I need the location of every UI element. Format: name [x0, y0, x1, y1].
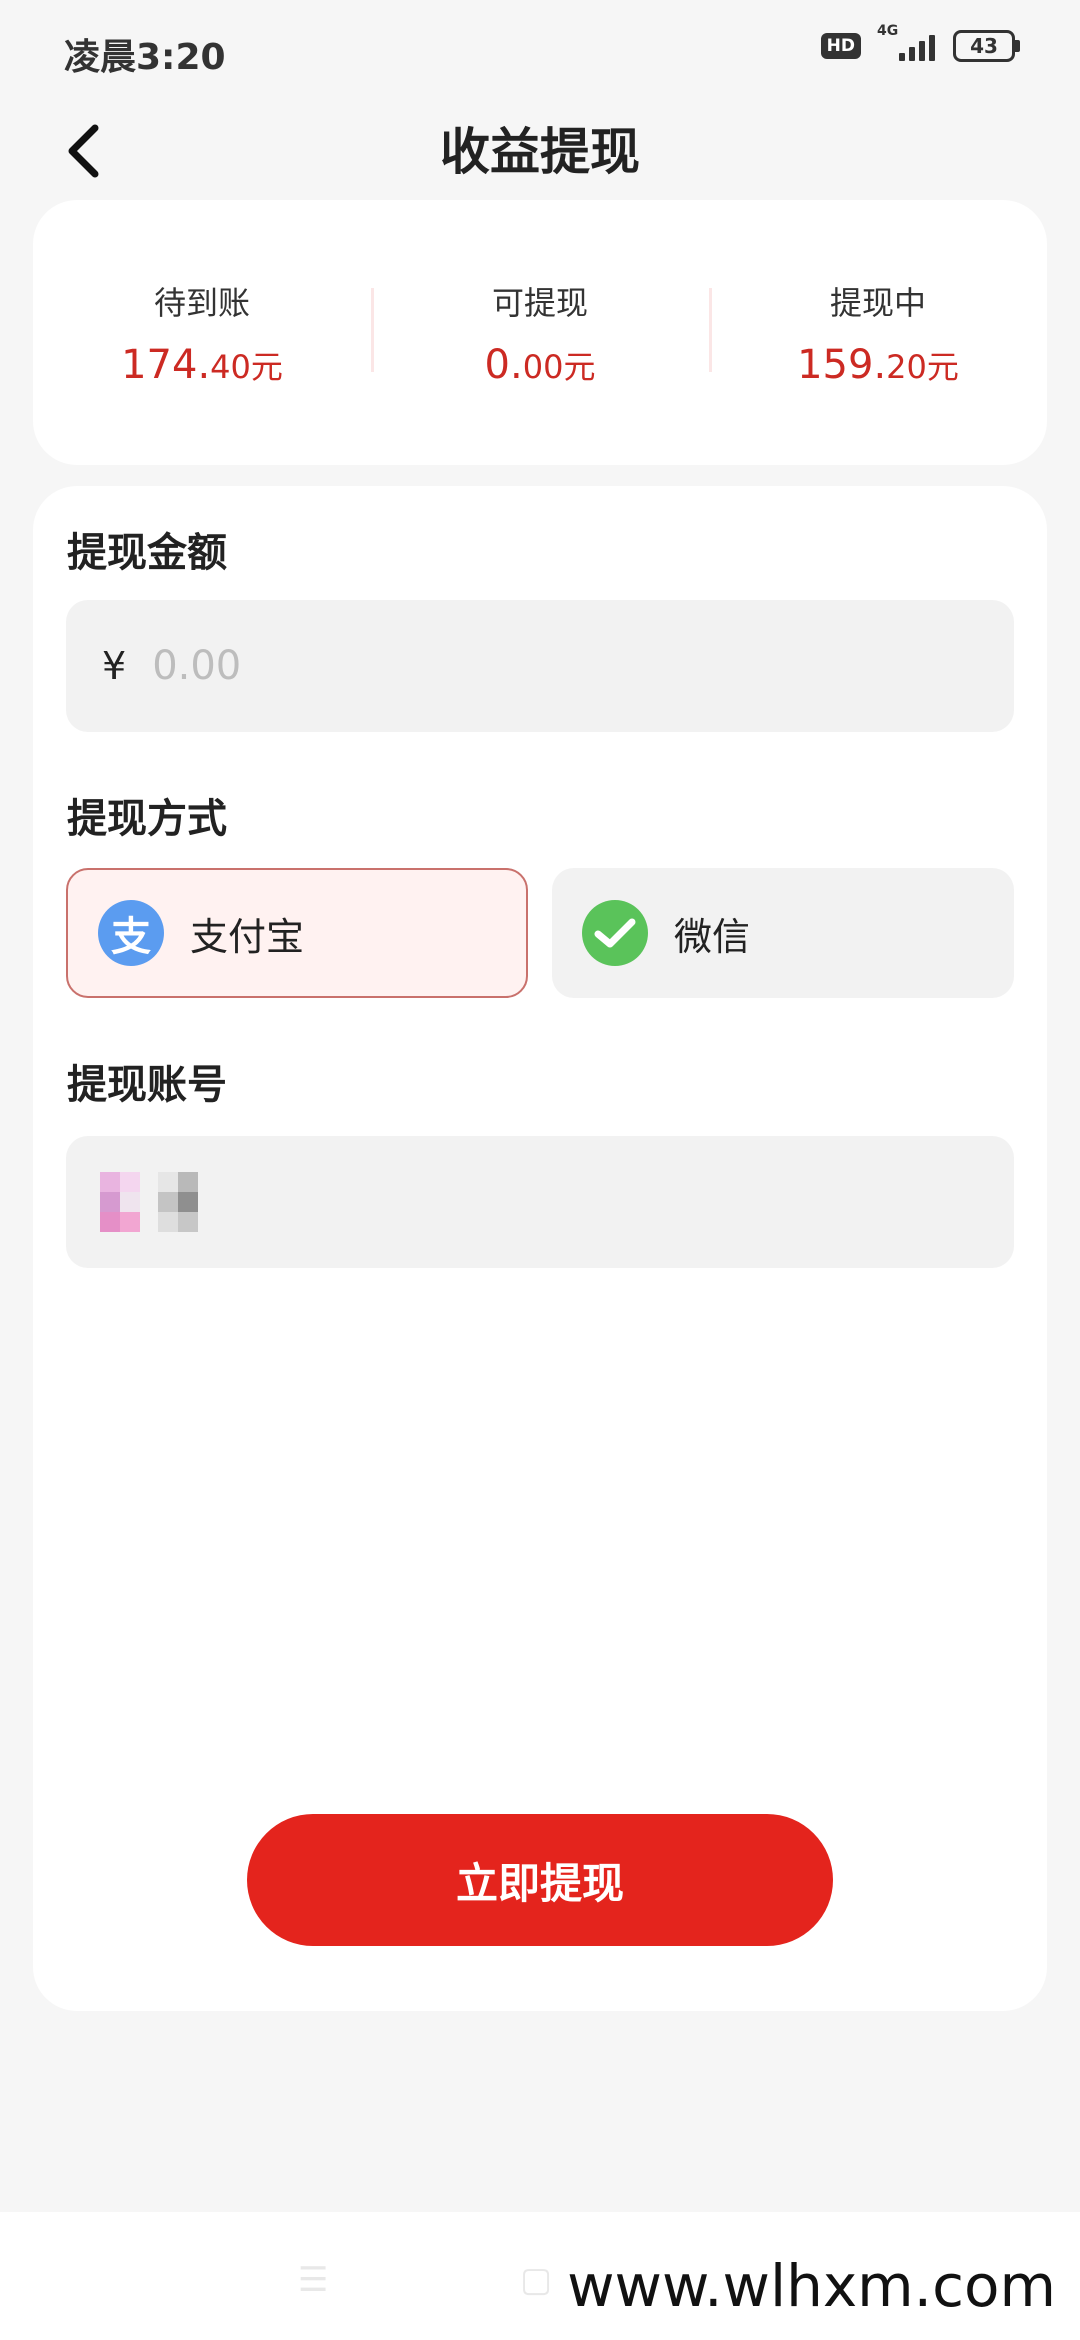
battery-icon: 43 [953, 30, 1020, 62]
summary-available: 可提现 0.00元 [371, 278, 709, 388]
status-bar: 凌晨3:20 HD 4G 43 [0, 0, 1080, 100]
watermark: www.wlhxm.com [567, 2252, 1056, 2320]
status-time: 凌晨3:20 [64, 37, 226, 78]
home-icon[interactable]: ▢ [520, 2260, 552, 2300]
summary-amount: 0.00元 [484, 341, 596, 388]
method-alipay-label: 支付宝 [190, 914, 305, 959]
summary-label: 提现中 [829, 283, 926, 322]
page-title: 收益提现 [440, 123, 640, 181]
summary-amount: 174.40元 [121, 341, 283, 388]
method-wechat-option[interactable]: 微信 [552, 868, 1014, 998]
method-alipay-option[interactable]: 支 支付宝 [66, 868, 528, 998]
alipay-icon: 支 [98, 900, 164, 966]
account-value-blurred [158, 1172, 198, 1232]
method-label: 提现方式 [67, 796, 227, 842]
method-wechat-label: 微信 [674, 914, 751, 959]
withdraw-form-card: 提现金额 ¥ 提现方式 支 支付宝 微信 提现账号 [33, 486, 1047, 2011]
withdraw-submit-button[interactable]: 立即提现 [247, 1814, 833, 1946]
amount-label: 提现金额 [67, 530, 227, 576]
summary-withdrawing: 提现中 159.20元 [709, 278, 1047, 388]
balance-summary-card: 待到账 174.40元 可提现 0.00元 提现中 159.20元 [33, 200, 1047, 465]
summary-amount: 159.20元 [797, 341, 959, 388]
amount-input[interactable] [152, 643, 853, 689]
currency-symbol: ¥ [102, 644, 127, 688]
amount-field[interactable]: ¥ [66, 600, 1014, 732]
battery-level: 43 [953, 30, 1015, 62]
summary-label: 待到账 [153, 283, 250, 322]
summary-pending: 待到账 174.40元 [33, 278, 371, 388]
header: 收益提现 [0, 100, 1080, 200]
status-icons: HD 4G 43 [820, 23, 1020, 62]
account-field[interactable] [66, 1136, 1014, 1268]
network-type: 4G [877, 23, 899, 39]
summary-label: 可提现 [491, 283, 588, 322]
withdraw-page: 凌晨3:20 HD 4G 43 收益提现 待到账 174.40元 可提现 0.0… [0, 0, 1080, 2340]
menu-icon[interactable]: ☰ [298, 2260, 328, 2300]
signal-icon: 4G [877, 23, 935, 61]
hd-icon: HD [820, 33, 861, 59]
wechat-icon [582, 900, 648, 966]
account-avatar [100, 1172, 140, 1232]
account-label: 提现账号 [67, 1062, 227, 1108]
